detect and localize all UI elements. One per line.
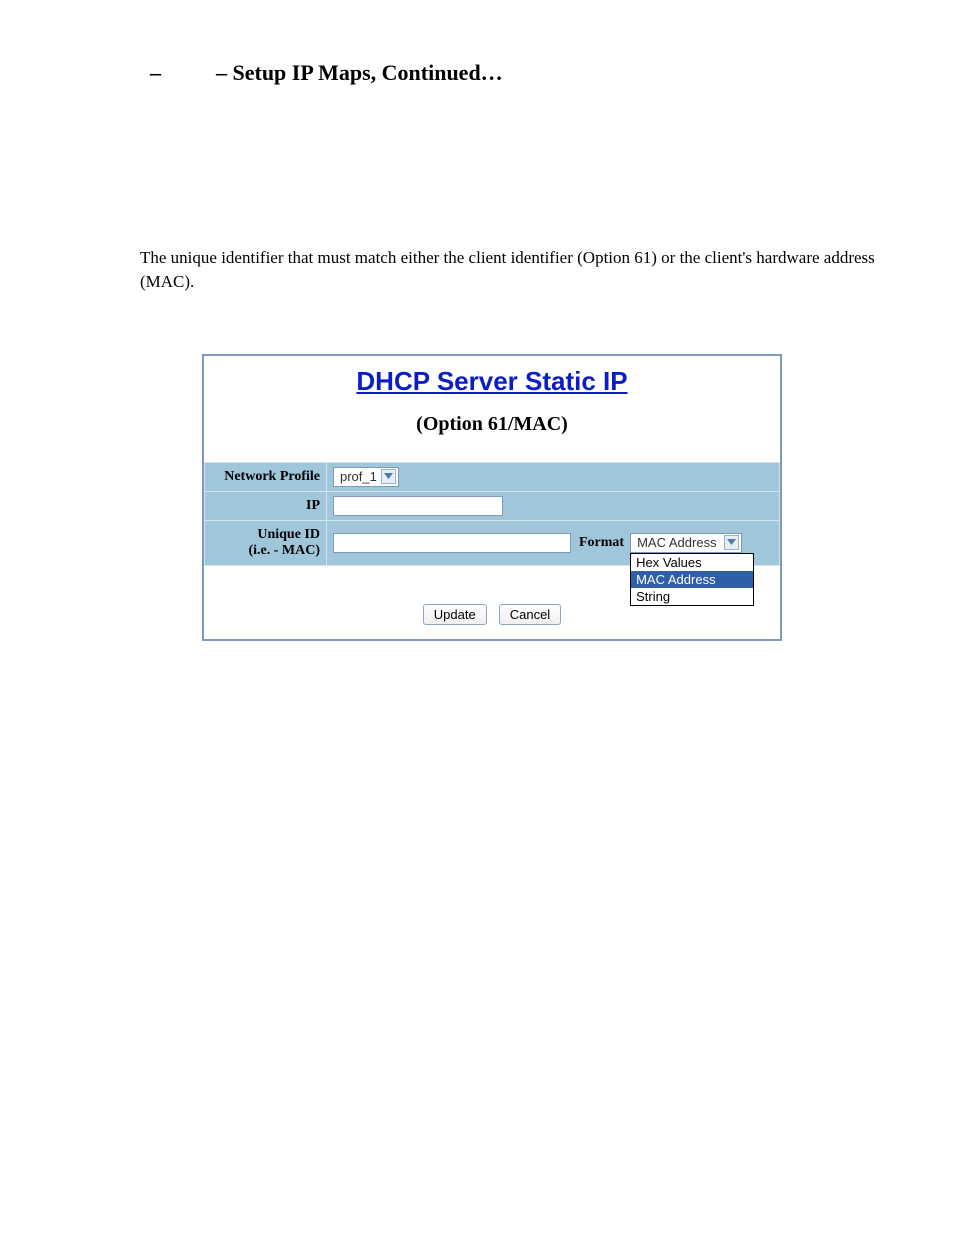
dhcp-static-ip-panel: DHCP Server Static IP (Option 61/MAC) Ne… (202, 354, 782, 641)
title-text: Setup IP Maps, Continued… (233, 60, 503, 85)
format-option-hex[interactable]: Hex Values (631, 554, 753, 571)
form-table: Network Profile prof_1 IP (204, 462, 780, 566)
panel-subtitle: (Option 61/MAC) (204, 413, 780, 436)
cancel-button[interactable]: Cancel (499, 604, 561, 625)
format-dropdown-list: Hex Values MAC Address String (630, 553, 754, 606)
panel-title: DHCP Server Static IP (204, 366, 780, 397)
row-ip: IP (205, 491, 780, 520)
ip-input[interactable] (333, 496, 503, 516)
unique-id-label-line1: Unique ID (211, 527, 320, 543)
format-option-string[interactable]: String (631, 588, 753, 605)
format-option-mac[interactable]: MAC Address (631, 571, 753, 588)
network-profile-select[interactable]: prof_1 (333, 467, 399, 487)
format-value: MAC Address (637, 535, 716, 550)
chevron-down-icon (724, 535, 739, 550)
format-select[interactable]: MAC Address (630, 533, 742, 553)
unique-id-label-line2: (i.e. - MAC) (211, 543, 320, 559)
network-profile-value: prof_1 (340, 469, 377, 484)
row-network-profile: Network Profile prof_1 (205, 462, 780, 491)
title-dash: – (150, 60, 161, 85)
update-button[interactable]: Update (423, 604, 487, 625)
ip-label: IP (205, 491, 327, 520)
format-label: Format (579, 535, 624, 551)
title-dash: – (216, 60, 227, 85)
row-unique-id: Unique ID (i.e. - MAC) Format MAC Addres… (205, 520, 780, 565)
chevron-down-icon (381, 469, 396, 484)
unique-id-input[interactable] (333, 533, 571, 553)
intro-text: The unique identifier that must match ei… (140, 246, 894, 294)
page-title: – – Setup IP Maps, Continued… (150, 60, 894, 86)
network-profile-label: Network Profile (205, 462, 327, 491)
